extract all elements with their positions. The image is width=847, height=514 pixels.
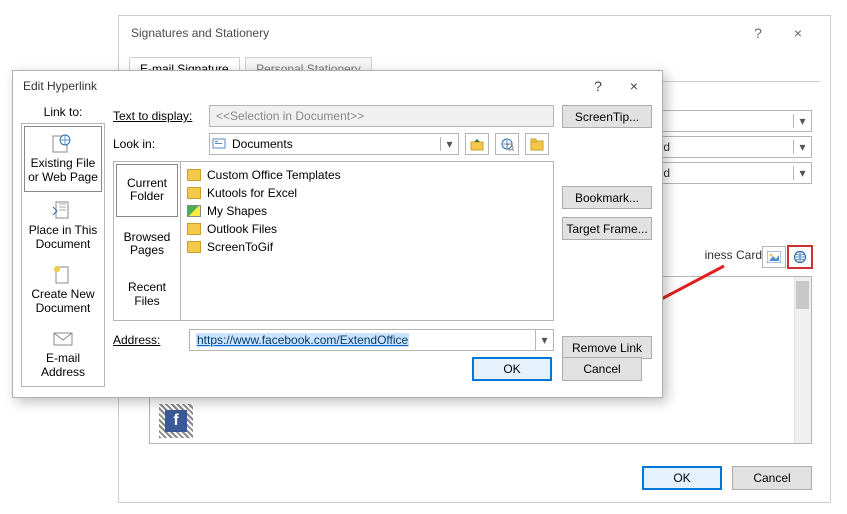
target-frame-button[interactable]: Target Frame... — [562, 217, 652, 240]
image-icon-button[interactable] — [762, 246, 786, 268]
hyperlink-footer: OK Cancel — [472, 357, 642, 381]
signatures-titlebar: Signatures and Stationery ? × — [119, 16, 830, 50]
scrollbar-thumb[interactable] — [796, 281, 809, 309]
address-label: Address: — [113, 333, 183, 347]
shapes-folder-icon — [187, 205, 201, 217]
linkto-place-in-doc[interactable]: Place in This Document — [22, 194, 104, 258]
file-list[interactable]: Custom Office Templates Kutools for Exce… — [181, 161, 554, 321]
signatures-ok-button[interactable]: OK — [642, 466, 722, 490]
hyperlink-titlebar: Edit Hyperlink ? × — [13, 71, 662, 101]
documents-folder-icon — [210, 136, 228, 153]
signatures-dropdown-1[interactable]: om▾ — [637, 110, 812, 132]
btab-current-folder[interactable]: Current Folder — [116, 164, 178, 217]
address-value: https://www.facebook.com/ExtendOffice — [196, 333, 409, 347]
editor-scrollbar[interactable] — [794, 277, 811, 443]
hyperlink-icon-button[interactable] — [788, 246, 812, 268]
edit-hyperlink-dialog: Edit Hyperlink ? × Link to: Existing Fil… — [12, 70, 663, 398]
chevron-down-icon: ▾ — [793, 166, 811, 180]
linkto-item-label: E-mail Address — [24, 352, 102, 378]
folder-icon — [187, 223, 201, 235]
new-document-icon — [51, 265, 75, 285]
bookmark-button[interactable]: Bookmark... — [562, 186, 652, 209]
chevron-down-icon: ▾ — [793, 114, 811, 128]
linkto-existing-file[interactable]: Existing File or Web Page — [24, 126, 102, 192]
facebook-image-selected[interactable]: f — [159, 404, 193, 438]
hyperlink-side-buttons: ScreenTip... Bookmark... Target Frame...… — [562, 105, 652, 359]
chevron-down-icon: ▾ — [440, 137, 458, 151]
folder-icon — [187, 169, 201, 181]
linkto-email-address[interactable]: E-mail Address — [22, 322, 104, 386]
facebook-icon: f — [165, 410, 187, 432]
btab-browsed-pages[interactable]: Browsed Pages — [114, 219, 180, 270]
file-item[interactable]: Outlook Files — [187, 220, 547, 238]
look-in-label: Look in: — [113, 137, 203, 151]
signatures-footer: OK Cancel — [642, 466, 812, 490]
hyperlink-main-area: ScreenTip... Bookmark... Target Frame...… — [113, 105, 652, 389]
folder-icon — [187, 241, 201, 253]
envelope-icon — [51, 329, 75, 349]
linkto-item-label: Create New Document — [24, 288, 102, 314]
signatures-help-button[interactable]: ? — [738, 25, 778, 41]
file-item[interactable]: My Shapes — [187, 202, 547, 220]
browse-tabs: Current Folder Browsed Pages Recent File… — [113, 161, 181, 321]
browse-web-button[interactable] — [495, 133, 519, 155]
link-to-list: Existing File or Web Page Place in This … — [21, 123, 105, 387]
linkto-item-label: Existing File or Web Page — [27, 157, 99, 183]
signatures-dropdown-3[interactable]: Card▾ — [637, 162, 812, 184]
file-item[interactable]: ScreenToGif — [187, 238, 547, 256]
hyperlink-ok-button[interactable]: OK — [472, 357, 552, 381]
signatures-title: Signatures and Stationery — [131, 26, 738, 40]
chevron-down-icon[interactable]: ▾ — [535, 330, 553, 350]
business-card-label: iness Card — [705, 248, 762, 262]
hyperlink-body: Link to: Existing File or Web Page Place… — [13, 101, 662, 397]
linkto-create-new[interactable]: Create New Document — [22, 258, 104, 322]
remove-link-button[interactable]: Remove Link — [562, 336, 652, 359]
linkto-item-label: Place in This Document — [24, 224, 102, 250]
up-one-level-button[interactable] — [465, 133, 489, 155]
look-in-value: Documents — [228, 137, 440, 151]
file-item[interactable]: Kutools for Excel — [187, 184, 547, 202]
hyperlink-help-button[interactable]: ? — [580, 78, 616, 94]
screentip-button[interactable]: ScreenTip... — [562, 105, 652, 128]
look-in-combo[interactable]: Documents ▾ — [209, 133, 459, 155]
hyperlink-close-button[interactable]: × — [616, 78, 652, 94]
browse-file-button[interactable] — [525, 133, 549, 155]
hyperlink-title: Edit Hyperlink — [23, 79, 580, 93]
hyperlink-cancel-button[interactable]: Cancel — [562, 357, 642, 381]
signatures-close-button[interactable]: × — [778, 25, 818, 41]
document-bookmark-icon — [51, 201, 75, 221]
signatures-cancel-button[interactable]: Cancel — [732, 466, 812, 490]
chevron-down-icon: ▾ — [793, 140, 811, 154]
signatures-dropdown-2[interactable]: Card▾ — [637, 136, 812, 158]
text-to-display-label: Text to display: — [113, 109, 203, 123]
link-to-label: Link to: — [21, 105, 105, 119]
folder-icon — [187, 187, 201, 199]
browse-area: Current Folder Browsed Pages Recent File… — [113, 161, 554, 321]
btab-recent-files[interactable]: Recent Files — [114, 269, 180, 320]
text-to-display-input[interactable]: <<Selection in Document>> — [209, 105, 554, 127]
link-to-column: Link to: Existing File or Web Page Place… — [21, 105, 105, 389]
globe-page-icon — [51, 134, 75, 154]
file-item[interactable]: Custom Office Templates — [187, 166, 547, 184]
address-input[interactable]: https://www.facebook.com/ExtendOffice ▾ — [189, 329, 554, 351]
